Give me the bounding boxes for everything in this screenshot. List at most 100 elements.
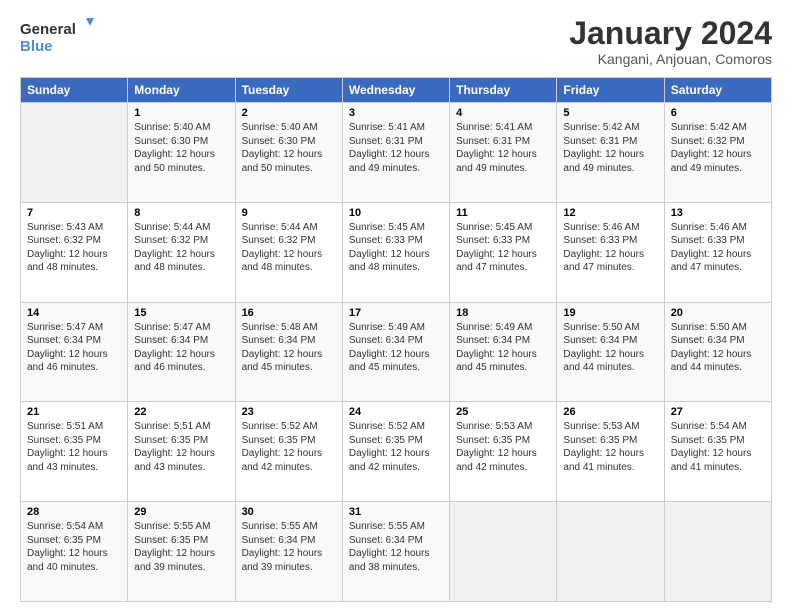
day-number: 9 [242,207,336,219]
day-number: 1 [134,107,228,119]
day-number: 16 [242,307,336,319]
day-number: 21 [27,406,121,418]
day-info: Sunrise: 5:50 AMSunset: 6:34 PMDaylight:… [563,321,657,375]
day-cell: 2 Sunrise: 5:40 AMSunset: 6:30 PMDaylight… [235,103,342,203]
day-number: 5 [563,107,657,119]
day-number: 26 [563,406,657,418]
day-info: Sunrise: 5:40 AMSunset: 6:30 PMDaylight:… [242,121,336,175]
day-number: 14 [27,307,121,319]
header: General Blue January 2024 Kangani, Anjou… [20,16,772,67]
day-cell: 4 Sunrise: 5:41 AMSunset: 6:31 PMDaylight… [450,103,557,203]
day-info: Sunrise: 5:50 AMSunset: 6:34 PMDaylight:… [671,321,765,375]
day-info: Sunrise: 5:55 AMSunset: 6:34 PMDaylight:… [242,520,336,574]
day-info: Sunrise: 5:55 AMSunset: 6:35 PMDaylight:… [134,520,228,574]
day-info: Sunrise: 5:55 AMSunset: 6:34 PMDaylight:… [349,520,443,574]
day-cell: 25Sunrise: 5:53 AMSunset: 6:35 PMDayligh… [450,402,557,502]
day-info: Sunrise: 5:42 AMSunset: 6:32 PMDaylight:… [671,121,765,175]
day-cell: 24Sunrise: 5:52 AMSunset: 6:35 PMDayligh… [342,402,449,502]
day-info: Sunrise: 5:48 AMSunset: 6:34 PMDaylight:… [242,321,336,375]
day-number: 17 [349,307,443,319]
day-info: Sunrise: 5:51 AMSunset: 6:35 PMDaylight:… [27,420,121,474]
day-number: 3 [349,107,443,119]
day-info: Sunrise: 5:54 AMSunset: 6:35 PMDaylight:… [27,520,121,574]
day-number: 2 [242,107,336,119]
day-cell: 23 Sunrise: 5:52 AMSunset: 6:35 PMDayligh… [235,402,342,502]
day-number: 7 [27,207,121,219]
day-cell [450,502,557,602]
day-info: Sunrise: 5:49 AMSunset: 6:34 PMDaylight:… [456,321,550,375]
day-cell: 13Sunrise: 5:46 AMSunset: 6:33 PMDayligh… [664,202,771,302]
day-cell: 28 Sunrise: 5:54 AMSunset: 6:35 PMDayligh… [21,502,128,602]
day-cell: 14Sunrise: 5:47 AMSunset: 6:34 PMDayligh… [21,302,128,402]
day-info: Sunrise: 5:44 AMSunset: 6:32 PMDaylight:… [134,221,228,275]
day-number: 22 [134,406,228,418]
svg-text:Blue: Blue [20,38,53,55]
day-info: Sunrise: 5:40 AMSunset: 6:30 PMDaylight:… [134,121,228,175]
day-cell: 12 Sunrise: 5:46 AMSunset: 6:33 PMDayligh… [557,202,664,302]
day-cell: 16 Sunrise: 5:48 AMSunset: 6:34 PMDayligh… [235,302,342,402]
col-header-wednesday: Wednesday [342,78,449,103]
day-info: Sunrise: 5:52 AMSunset: 6:35 PMDaylight:… [242,420,336,474]
day-info: Sunrise: 5:52 AMSunset: 6:35 PMDaylight:… [349,420,443,474]
day-info: Sunrise: 5:53 AMSunset: 6:35 PMDaylight:… [563,420,657,474]
day-number: 31 [349,506,443,518]
col-header-friday: Friday [557,78,664,103]
day-cell: 21 Sunrise: 5:51 AMSunset: 6:35 PMDayligh… [21,402,128,502]
day-number: 25 [456,406,550,418]
day-info: Sunrise: 5:45 AMSunset: 6:33 PMDaylight:… [456,221,550,275]
week-row-1: 1 Sunrise: 5:40 AMSunset: 6:30 PMDaylight… [21,103,772,203]
day-cell: 11 Sunrise: 5:45 AMSunset: 6:33 PMDayligh… [450,202,557,302]
day-cell: 9 Sunrise: 5:44 AMSunset: 6:32 PMDaylight… [235,202,342,302]
week-row-2: 7 Sunrise: 5:43 AMSunset: 6:32 PMDaylight… [21,202,772,302]
day-cell: 7 Sunrise: 5:43 AMSunset: 6:32 PMDaylight… [21,202,128,302]
week-row-5: 28 Sunrise: 5:54 AMSunset: 6:35 PMDayligh… [21,502,772,602]
day-cell: 6 Sunrise: 5:42 AMSunset: 6:32 PMDaylight… [664,103,771,203]
day-cell: 1 Sunrise: 5:40 AMSunset: 6:30 PMDaylight… [128,103,235,203]
header-row: SundayMondayTuesdayWednesdayThursdayFrid… [21,78,772,103]
day-cell [21,103,128,203]
day-info: Sunrise: 5:41 AMSunset: 6:31 PMDaylight:… [349,121,443,175]
day-number: 15 [134,307,228,319]
day-cell: 20 Sunrise: 5:50 AMSunset: 6:34 PMDayligh… [664,302,771,402]
day-info: Sunrise: 5:43 AMSunset: 6:32 PMDaylight:… [27,221,121,275]
day-info: Sunrise: 5:41 AMSunset: 6:31 PMDaylight:… [456,121,550,175]
subtitle: Kangani, Anjouan, Comoros [569,51,772,67]
day-number: 23 [242,406,336,418]
calendar-table: SundayMondayTuesdayWednesdayThursdayFrid… [20,77,772,602]
day-info: Sunrise: 5:46 AMSunset: 6:33 PMDaylight:… [563,221,657,275]
day-cell: 3 Sunrise: 5:41 AMSunset: 6:31 PMDaylight… [342,103,449,203]
col-header-monday: Monday [128,78,235,103]
day-number: 4 [456,107,550,119]
day-number: 29 [134,506,228,518]
day-cell: 27 Sunrise: 5:54 AMSunset: 6:35 PMDayligh… [664,402,771,502]
col-header-sunday: Sunday [21,78,128,103]
day-cell: 29 Sunrise: 5:55 AMSunset: 6:35 PMDayligh… [128,502,235,602]
day-cell: 15Sunrise: 5:47 AMSunset: 6:34 PMDayligh… [128,302,235,402]
day-cell: 19Sunrise: 5:50 AMSunset: 6:34 PMDayligh… [557,302,664,402]
day-cell [664,502,771,602]
day-number: 27 [671,406,765,418]
day-cell: 18 Sunrise: 5:49 AMSunset: 6:34 PMDayligh… [450,302,557,402]
day-number: 6 [671,107,765,119]
title-block: January 2024 Kangani, Anjouan, Comoros [569,16,772,67]
page: General Blue January 2024 Kangani, Anjou… [0,0,792,612]
day-info: Sunrise: 5:54 AMSunset: 6:35 PMDaylight:… [671,420,765,474]
week-row-3: 14Sunrise: 5:47 AMSunset: 6:34 PMDayligh… [21,302,772,402]
day-number: 11 [456,207,550,219]
day-cell: 26 Sunrise: 5:53 AMSunset: 6:35 PMDayligh… [557,402,664,502]
day-number: 18 [456,307,550,319]
day-info: Sunrise: 5:51 AMSunset: 6:35 PMDaylight:… [134,420,228,474]
svg-text:General: General [20,21,76,38]
logo: General Blue [20,16,100,60]
col-header-tuesday: Tuesday [235,78,342,103]
day-info: Sunrise: 5:44 AMSunset: 6:32 PMDaylight:… [242,221,336,275]
day-number: 20 [671,307,765,319]
day-number: 12 [563,207,657,219]
day-cell: 30Sunrise: 5:55 AMSunset: 6:34 PMDayligh… [235,502,342,602]
day-number: 28 [27,506,121,518]
logo-svg: General Blue [20,16,100,60]
day-info: Sunrise: 5:45 AMSunset: 6:33 PMDaylight:… [349,221,443,275]
week-row-4: 21 Sunrise: 5:51 AMSunset: 6:35 PMDayligh… [21,402,772,502]
col-header-thursday: Thursday [450,78,557,103]
day-cell: 10Sunrise: 5:45 AMSunset: 6:33 PMDayligh… [342,202,449,302]
